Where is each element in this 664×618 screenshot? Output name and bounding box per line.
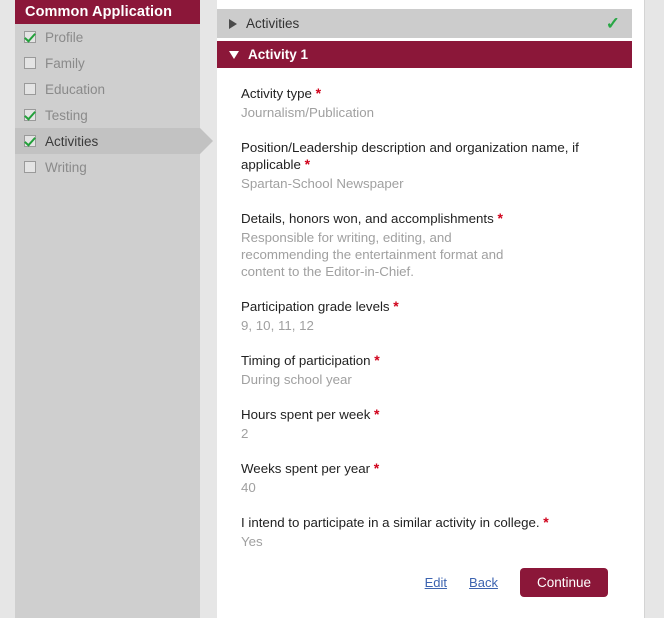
required-asterisk-icon: * bbox=[373, 460, 380, 476]
sidebar-item-activities[interactable]: Activities bbox=[15, 128, 213, 154]
field-label-text: Activity type bbox=[241, 86, 312, 101]
activity-header[interactable]: Activity 1 bbox=[217, 41, 632, 68]
required-asterisk-icon: * bbox=[543, 514, 549, 530]
field-label: I intend to participate in a similar act… bbox=[241, 514, 620, 531]
required-asterisk-icon: * bbox=[374, 352, 380, 368]
form-field: Details, honors won, and accomplishments… bbox=[241, 210, 620, 280]
form-field: Activity type * Journalism/Publication bbox=[241, 85, 620, 121]
sidebar-item-label: Profile bbox=[45, 29, 84, 45]
sidebar-item-label: Writing bbox=[45, 159, 87, 175]
activity-form-summary: Activity type * Journalism/Publication Pos… bbox=[217, 68, 644, 550]
continue-button[interactable]: Continue bbox=[519, 568, 608, 597]
section-header-activities[interactable]: Activities ✓ bbox=[217, 9, 632, 38]
required-asterisk-icon: * bbox=[393, 298, 399, 314]
sidebar-item-profile[interactable]: Profile bbox=[15, 24, 200, 50]
checkbox-unchecked-icon bbox=[24, 161, 36, 173]
field-label: Timing of participation * bbox=[241, 352, 620, 369]
sidebar-item-testing[interactable]: Testing bbox=[15, 102, 200, 128]
field-label-text: I intend to participate in a similar act… bbox=[241, 515, 540, 530]
sidebar: Common Application Profile Family Educatio… bbox=[15, 0, 213, 618]
required-asterisk-icon: * bbox=[315, 85, 322, 101]
field-label: Activity type * bbox=[241, 85, 620, 102]
field-label: Participation grade levels * bbox=[241, 298, 620, 315]
required-asterisk-icon: * bbox=[304, 156, 311, 172]
form-field: Timing of participation * During school y… bbox=[241, 352, 620, 388]
field-label: Position/Leadership description and orga… bbox=[241, 139, 620, 173]
required-asterisk-icon: * bbox=[497, 210, 503, 226]
checkbox-unchecked-icon bbox=[24, 57, 36, 69]
back-link[interactable]: Back bbox=[469, 575, 498, 590]
form-field: Position/Leadership description and orga… bbox=[241, 139, 620, 192]
form-field: I intend to participate in a similar act… bbox=[241, 514, 620, 550]
field-value: 9, 10, 11, 12 bbox=[241, 318, 314, 333]
sidebar-item-label: Education bbox=[45, 81, 106, 97]
field-label-text: Participation grade levels bbox=[241, 299, 390, 314]
sidebar-nav: Profile Family Education Testing Activities W… bbox=[15, 24, 213, 180]
edit-link[interactable]: Edit bbox=[425, 575, 447, 590]
field-label-text: Hours spent per week bbox=[241, 407, 371, 422]
field-value: Journalism/Publication bbox=[241, 105, 375, 120]
sidebar-item-family[interactable]: Family bbox=[15, 50, 200, 76]
sidebar-item-education[interactable]: Education bbox=[15, 76, 200, 102]
required-asterisk-icon: * bbox=[374, 406, 380, 422]
main-panel: Activities ✓ Activity 1 Activity type * J… bbox=[217, 0, 645, 618]
field-label-text: Weeks spent per year bbox=[241, 461, 371, 476]
field-value: 2 bbox=[241, 426, 249, 441]
field-label: Hours spent per week * bbox=[241, 406, 620, 423]
selected-pointer-icon bbox=[200, 128, 213, 154]
form-field: Weeks spent per year * 40 bbox=[241, 460, 620, 496]
green-check-icon: ✓ bbox=[605, 14, 620, 33]
field-value: 40 bbox=[241, 480, 256, 495]
section-header-label: Activities bbox=[246, 16, 300, 31]
sidebar-item-label: Activities bbox=[45, 133, 99, 149]
checkbox-unchecked-icon bbox=[24, 83, 36, 95]
form-actions: Edit Back Continue bbox=[217, 568, 644, 597]
field-value: Responsible for writing, editing, and re… bbox=[241, 230, 504, 279]
triangle-right-icon bbox=[229, 18, 237, 29]
field-label: Weeks spent per year * bbox=[241, 460, 620, 477]
field-value: During school year bbox=[241, 372, 352, 387]
sidebar-item-writing[interactable]: Writing bbox=[15, 154, 200, 180]
checkbox-checked-icon bbox=[24, 31, 36, 43]
sidebar-title: Common Application bbox=[15, 0, 200, 24]
triangle-down-icon bbox=[229, 50, 239, 59]
field-label-text: Timing of participation bbox=[241, 353, 371, 368]
activity-header-label: Activity 1 bbox=[248, 47, 309, 62]
field-label-text: Details, honors won, and accomplishments bbox=[241, 211, 494, 226]
form-field: Participation grade levels * 9, 10, 11, 1… bbox=[241, 298, 620, 334]
checkbox-checked-icon bbox=[24, 109, 36, 121]
sidebar-item-label: Family bbox=[45, 55, 85, 71]
field-value: Yes bbox=[241, 534, 263, 549]
sidebar-item-label: Testing bbox=[45, 107, 88, 123]
field-label: Details, honors won, and accomplishments… bbox=[241, 210, 620, 227]
form-field: Hours spent per week * 2 bbox=[241, 406, 620, 442]
field-label-text: Position/Leadership description and orga… bbox=[241, 140, 579, 172]
checkbox-checked-icon bbox=[24, 135, 36, 147]
field-value: Spartan-School Newspaper bbox=[241, 176, 404, 191]
